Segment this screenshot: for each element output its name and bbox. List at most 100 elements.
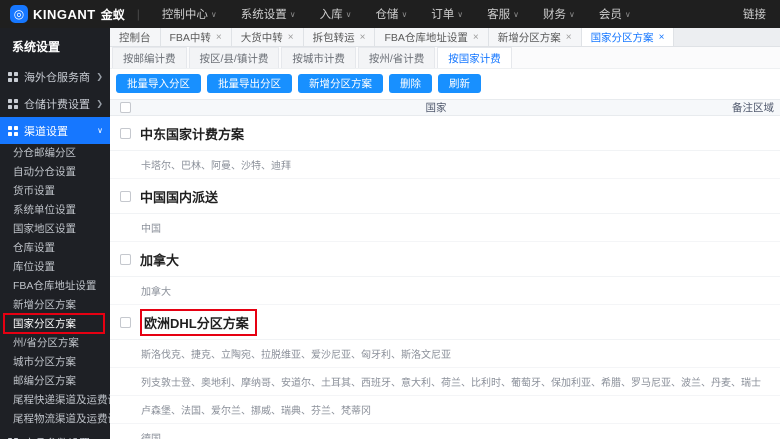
toolbar: 批量导入分区 批量导出分区 新增分区方案 删除 刷新 [110, 69, 780, 99]
zone-country-list: 加拿大 [141, 287, 171, 298]
button-新增分区方案[interactable]: 新增分区方案 [298, 74, 383, 93]
topbar-link[interactable]: 链接 [739, 6, 770, 22]
top-menu-item-订单[interactable]: 订单 ∨ [421, 0, 473, 28]
tab-新增分区方案[interactable]: 新增分区方案 × [488, 28, 582, 46]
top-menu-item-客服[interactable]: 客服 ∨ [477, 0, 529, 28]
button-批量导出分区[interactable]: 批量导出分区 [207, 74, 292, 93]
sidebar-item-国家分区方案[interactable]: 国家分区方案 [0, 313, 110, 334]
tab-label: 新增分区方案 [497, 31, 561, 44]
top-menu-item-控制中心[interactable]: 控制中心 ∨ [152, 0, 227, 28]
sidebar-group-海外仓服务商[interactable]: 海外仓服务商 ❯ [0, 63, 110, 90]
sidebar-item-州/省分区方案[interactable]: 州/省分区方案 [0, 334, 110, 353]
plan-title: 加拿大 [140, 253, 180, 268]
tab-国家分区方案[interactable]: 国家分区方案 × [581, 28, 675, 46]
close-icon[interactable]: × [216, 32, 222, 43]
tab-FBA仓库地址设置[interactable]: FBA仓库地址设置 × [375, 28, 489, 46]
top-menu-item-label: 入库 [319, 9, 343, 21]
table-row-zone: 列支敦士登、奥地利、摩纳哥、安道尔、土耳其、西班牙、意大利、荷兰、比利时、葡萄牙… [110, 368, 780, 396]
top-menu-item-入库[interactable]: 入库 ∨ [310, 0, 362, 28]
remark-column-header: 备注区域 [732, 102, 774, 114]
sidebar-group-label: 渠道设置 [24, 125, 68, 138]
brand-logo-icon: ◎ [10, 5, 28, 23]
close-icon[interactable]: × [473, 32, 479, 43]
plan-title: 中东国家计费方案 [140, 127, 245, 142]
tab-label: FBA仓库地址设置 [384, 31, 468, 44]
button-刷新[interactable]: 刷新 [438, 74, 481, 93]
tab-FBA中转[interactable]: FBA中转 × [160, 28, 232, 46]
country-column-header: 国家 [425, 102, 447, 114]
subtab-按国家计费[interactable]: 按国家计费 [437, 47, 512, 68]
top-menu-item-财务[interactable]: 财务 ∨ [533, 0, 585, 28]
brand-logo-text: KINGANT [33, 6, 96, 22]
top-menu-item-label: 财务 [543, 9, 567, 21]
close-icon[interactable]: × [659, 32, 665, 43]
chevron-down-icon: ∨ [624, 9, 631, 19]
subtab-按邮编计费[interactable]: 按邮编计费 [112, 47, 187, 68]
row-checkbox[interactable] [119, 254, 131, 265]
tab-拆包转运[interactable]: 拆包转运 × [303, 28, 376, 46]
row-checkbox-cell [110, 254, 140, 265]
sidebar-group-label: 海外仓服务商 [24, 71, 90, 84]
close-icon[interactable]: × [360, 32, 366, 43]
sidebar-item-库位设置[interactable]: 库位设置 [0, 258, 110, 277]
sidebar-group-仓储计费设置[interactable]: 仓储计费设置 ❯ [0, 90, 110, 117]
brand-logo: ◎ KINGANT 金蚁 [10, 5, 125, 23]
chevron-down-icon: ∨ [569, 9, 575, 19]
top-menu-item-仓储[interactable]: 仓储 ∨ [365, 0, 417, 28]
sidebar-item-系统单位设置[interactable]: 系统单位设置 [0, 201, 110, 220]
sidebar-item-新增分区方案[interactable]: 新增分区方案 [0, 296, 110, 315]
appstore-grid-icon [8, 98, 18, 109]
tab-label: 拆包转运 [312, 31, 355, 44]
tab-label: 控制台 [119, 31, 151, 44]
table-row-zone: 中国 [110, 214, 780, 242]
top-menu-item-label: 仓储 [375, 9, 399, 21]
close-icon[interactable]: × [288, 32, 294, 43]
tab-控制台[interactable]: 控制台 [110, 28, 161, 46]
top-menu-item-系统设置[interactable]: 系统设置 ∨ [231, 0, 306, 28]
table-row-zone: 卡塔尔、巴林、阿曼、沙特、迪拜 [110, 151, 780, 179]
row-checkbox[interactable] [119, 191, 131, 202]
sidebar-item-国家地区设置[interactable]: 国家地区设置 [0, 220, 110, 239]
top-menu-item-label: 控制中心 [161, 9, 208, 21]
sidebar-item-尾程物流渠道及运费设置[interactable]: 尾程物流渠道及运费设置 [0, 410, 110, 429]
close-icon[interactable]: × [566, 32, 572, 43]
sidebar-item-分仓邮编分区[interactable]: 分仓邮编分区 [0, 144, 110, 163]
top-navbar: ◎ KINGANT 金蚁 | 控制中心 ∨ 系统设置 ∨ 入库 ∨ 仓储 ∨ 订单 ∨ 客服 ∨ 财务 ∨… [0, 0, 780, 28]
button-删除[interactable]: 删除 [389, 74, 432, 93]
sidebar-title: 系统设置 [12, 40, 61, 54]
tab-label: FBA中转 [169, 31, 211, 44]
sidebar-item-仓库设置[interactable]: 仓库设置 [0, 239, 110, 258]
zone-country-list: 卢森堡、法国、爱尔兰、挪威、瑞典、芬兰、梵蒂冈 [141, 406, 371, 417]
sidebar: 系统设置 海外仓服务商 ❯ 仓储计费设置 ❯ 渠道设置 ∨ 分仓邮编分区 自动分仓设置 货币设置… [0, 28, 110, 439]
table-row-title: 加拿大 [110, 242, 780, 277]
sidebar-item-城市分区方案[interactable]: 城市分区方案 [0, 353, 110, 372]
appstore-grid-icon [8, 125, 18, 136]
top-menu-item-会员[interactable]: 会员 ∨ [589, 0, 641, 28]
row-checkbox[interactable] [119, 317, 131, 328]
sidebar-group-渠道设置[interactable]: 渠道设置 ∨ [0, 117, 110, 144]
subtab-按城市计费[interactable]: 按城市计费 [281, 47, 356, 68]
sidebar-group-商品参数设置[interactable]: 商品参数设置❯ [0, 429, 110, 439]
row-checkbox[interactable] [119, 128, 131, 139]
sidebar-item-尾程快递渠道及运费设置[interactable]: 尾程快递渠道及运费设置 [0, 391, 110, 410]
sidebar-item-自动分仓设置[interactable]: 自动分仓设置 [0, 163, 110, 182]
sidebar-item-邮编分区方案[interactable]: 邮编分区方案 [0, 372, 110, 391]
button-批量导入分区[interactable]: 批量导入分区 [116, 74, 201, 93]
chevron-down-icon: ∨ [97, 126, 103, 135]
subtab-按州/省计费[interactable]: 按州/省计费 [357, 47, 436, 68]
table-row-title: 中国国内派送 [110, 179, 780, 214]
tab-大货中转[interactable]: 大货中转 × [231, 28, 304, 46]
zone-country-list: 德国 [140, 430, 161, 439]
sidebar-item-货币设置[interactable]: 货币设置 [0, 182, 110, 201]
chevron-right-icon: ❯ [96, 72, 103, 81]
table-row-title: 中东国家计费方案 [110, 116, 780, 151]
subtab-按区/县/镇计费[interactable]: 按区/县/镇计费 [188, 47, 280, 68]
sidebar-group-label: 仓储计费设置 [24, 98, 90, 111]
sidebar-item-FBA仓库地址设置[interactable]: FBA仓库地址设置 [0, 277, 110, 296]
top-menu: 控制中心 ∨ 系统设置 ∨ 入库 ∨ 仓储 ∨ 订单 ∨ 客服 ∨ 财务 ∨ 会员 ∨ [152, 0, 739, 28]
plan-title-annotated: 欧洲DHL分区方案 [140, 309, 257, 336]
top-menu-item-label: 系统设置 [240, 9, 287, 21]
top-menu-item-label: 会员 [598, 9, 622, 21]
chevron-down-icon: ∨ [513, 9, 520, 19]
select-all-checkbox[interactable] [119, 102, 131, 113]
